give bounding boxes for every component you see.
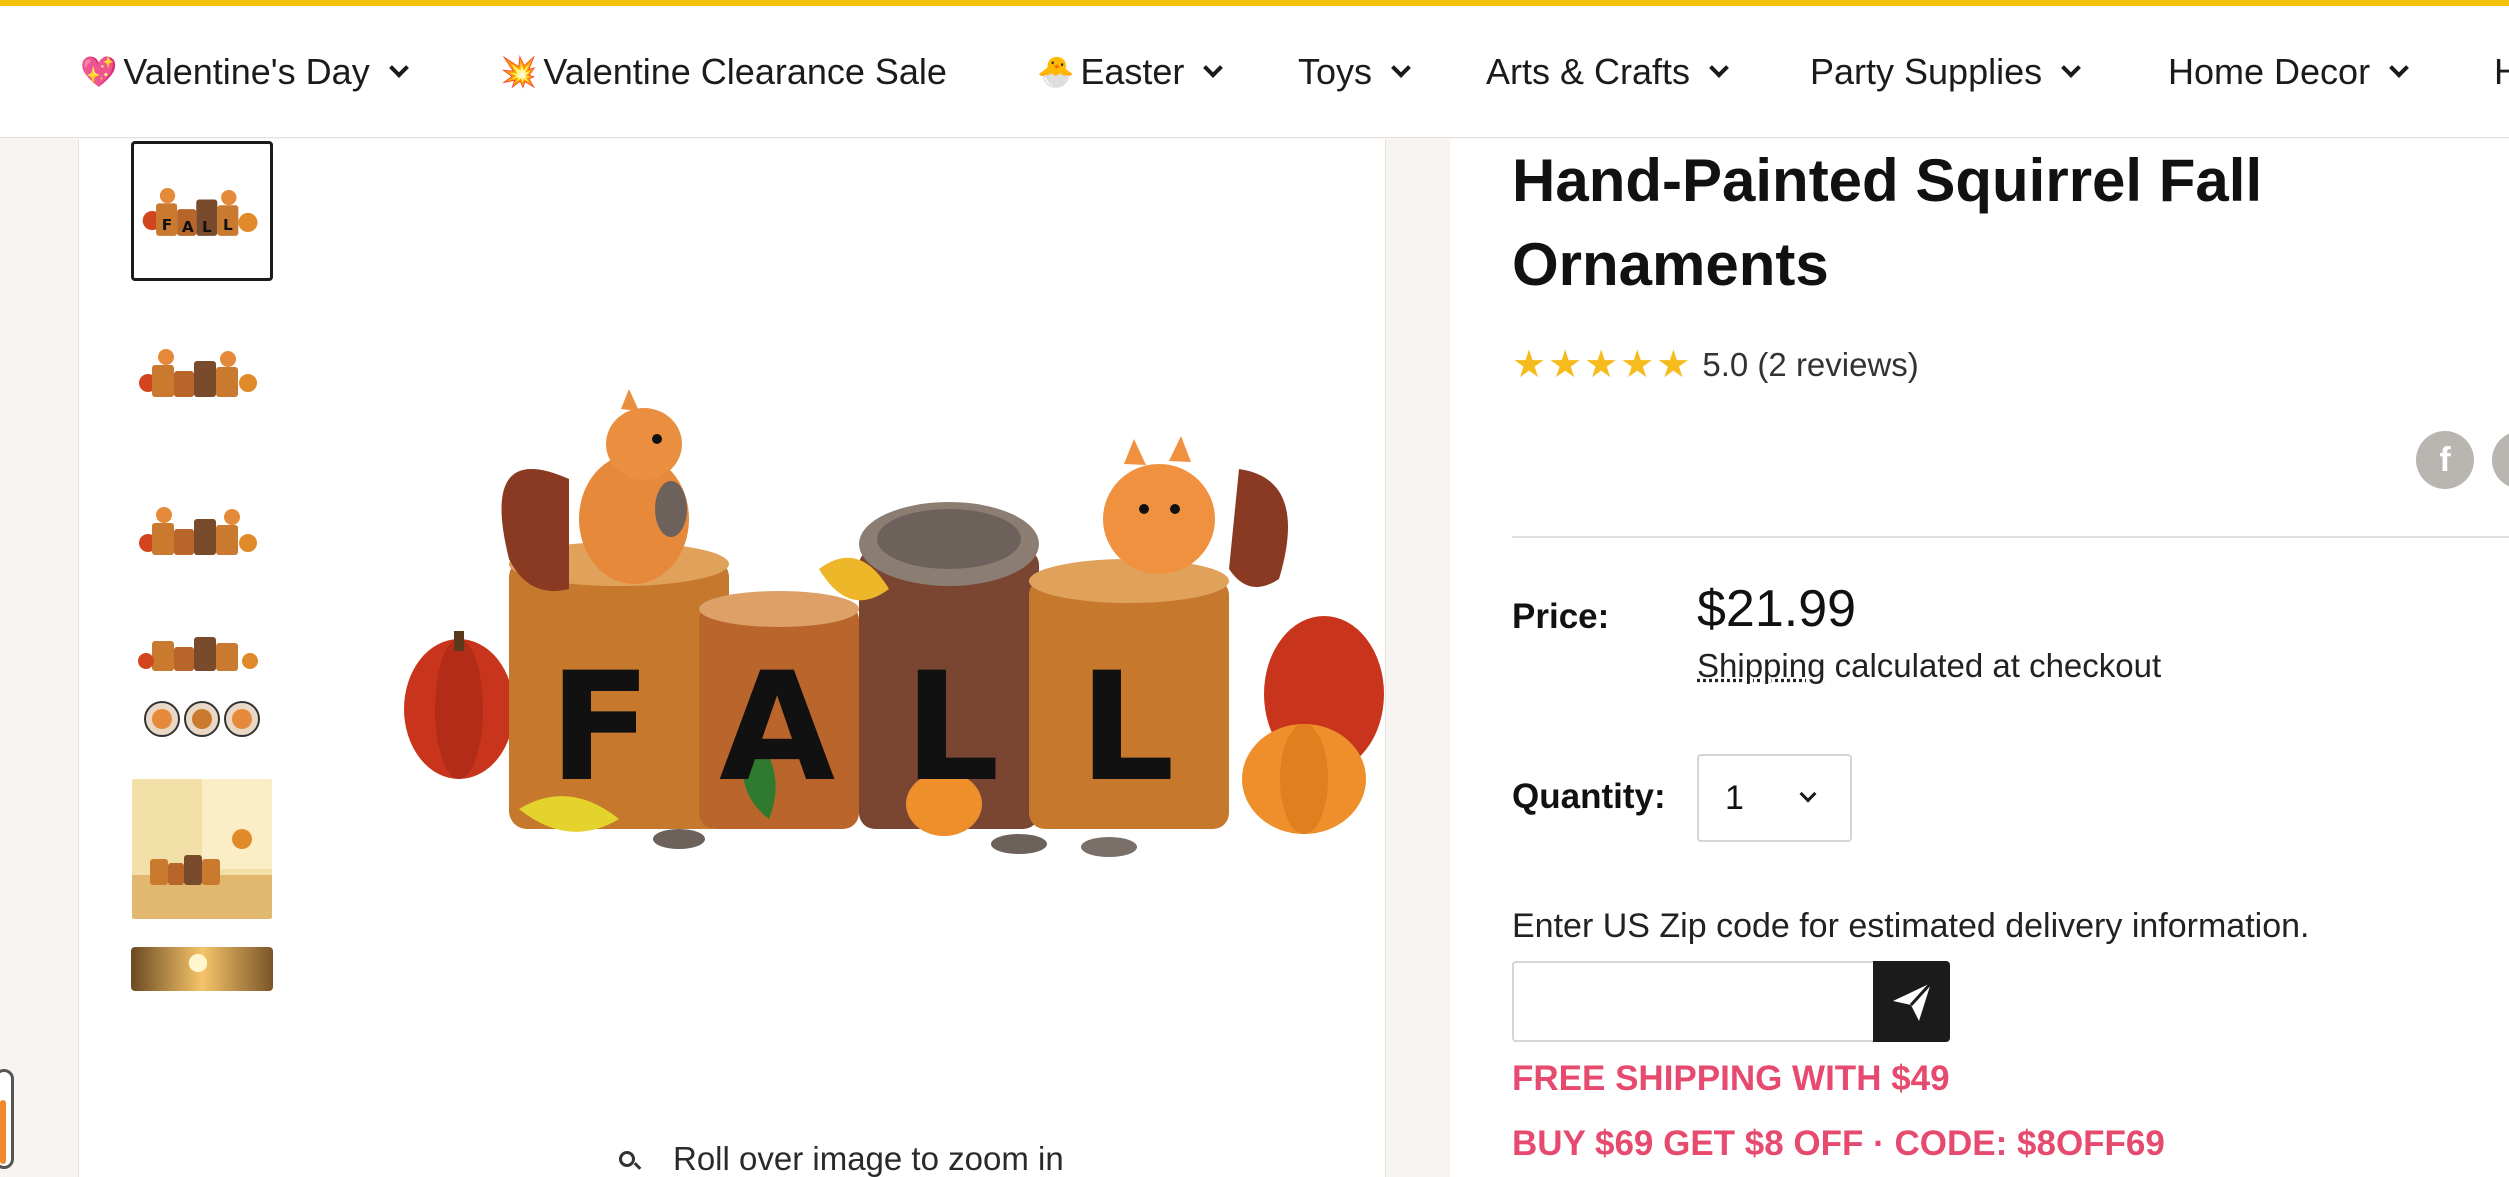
product-title: Hand-Painted Squirrel Fall Ornaments — [1512, 139, 2412, 307]
svg-text:L: L — [1079, 641, 1175, 815]
magnifier-icon — [619, 1151, 635, 1167]
nav-item-toys[interactable]: Toys — [1298, 6, 1408, 138]
quantity-select[interactable]: 1 — [1697, 754, 1852, 842]
thumbnail-5[interactable] — [131, 779, 273, 919]
nav-item-valentines-day[interactable]: 💖 Valentine's Day — [80, 6, 406, 138]
main-product-image[interactable]: F A L L — [399, 369, 1399, 889]
svg-text:F: F — [549, 641, 651, 815]
product-thumbnail-image — [131, 459, 273, 599]
nav-item-party-supplies[interactable]: Party Supplies — [1810, 6, 2078, 138]
star-icon: ★ — [1620, 346, 1654, 384]
scroll-indicator[interactable] — [0, 1069, 14, 1169]
product-rating[interactable]: ★ ★ ★ ★ ★ 5.0 (2 reviews) — [1512, 345, 1919, 385]
zip-label: Enter US Zip code for estimated delivery… — [1512, 907, 2309, 946]
svg-text:F: F — [162, 216, 172, 234]
zip-code-input[interactable] — [1512, 961, 1875, 1042]
shipping-link[interactable]: Shipping — [1697, 647, 1825, 684]
product-thumbnail-image — [131, 619, 273, 759]
svg-text:L: L — [223, 216, 233, 234]
heart-icon: 💖 — [80, 55, 117, 90]
nav-item-home-decor[interactable]: Home Decor — [2168, 6, 2406, 138]
nav-item-easter[interactable]: 🐣 Easter — [1037, 6, 1220, 138]
category-nav: 💖 Valentine's Day 💥 Valentine Clearance … — [0, 6, 2509, 138]
chevron-down-icon — [2061, 58, 2081, 78]
star-icon: ★ — [1512, 346, 1546, 384]
star-icon: ★ — [1656, 346, 1690, 384]
shipping-note: Shipping calculated at checkout — [1697, 647, 2161, 685]
rating-stars: ★ ★ ★ ★ ★ — [1512, 346, 1692, 384]
chevron-down-icon — [389, 58, 409, 78]
chick-icon: 🐣 — [1037, 55, 1074, 90]
svg-text:A: A — [719, 641, 835, 815]
nav-item-label: Party Supplies — [1810, 51, 2042, 93]
nav-item-label: Arts & Crafts — [1486, 51, 1690, 93]
product-thumbnail-image — [131, 299, 273, 439]
chevron-down-icon — [2389, 58, 2409, 78]
burst-icon: 💥 — [500, 55, 537, 90]
promo-discount-code: BUY $69 GET $8 OFF · CODE: $8OFF69 — [1512, 1124, 2165, 1164]
zoom-hint: Roll over image to zoom in — [619, 1139, 1064, 1177]
product-gallery: F A L L F A L L Roll over image to zoom … — [78, 139, 1386, 1177]
price-label: Price: — [1512, 597, 1609, 637]
star-icon: ★ — [1548, 346, 1582, 384]
nav-item-label: Home Decor — [2168, 51, 2370, 93]
svg-text:L: L — [904, 641, 1000, 815]
chevron-down-icon — [1709, 58, 1729, 78]
rating-text: 5.0 (2 reviews) — [1702, 346, 1918, 384]
nav-item-label: Easter — [1080, 51, 1184, 93]
product-price: $21.99 — [1697, 579, 1856, 639]
product-thumbnail-image — [131, 779, 273, 919]
product-thumbnail-image — [131, 947, 273, 991]
chevron-down-icon — [1391, 58, 1411, 78]
nav-item-label: Valentine's Day — [123, 51, 369, 93]
facebook-share-icon[interactable]: f — [2416, 431, 2474, 489]
product-thumbnail-image: F A L L — [134, 144, 270, 278]
product-info: Hand-Painted Squirrel Fall Ornaments ★ ★… — [1450, 139, 2509, 1177]
paper-plane-icon — [1889, 979, 1935, 1025]
promo-free-shipping: FREE SHIPPING WITH $49 — [1512, 1059, 1950, 1099]
quantity-value: 1 — [1725, 779, 1744, 818]
nav-item-overflow[interactable]: H — [2494, 6, 2509, 138]
zip-submit-button[interactable] — [1873, 961, 1950, 1042]
divider — [1512, 536, 2509, 538]
svg-text:L: L — [202, 218, 212, 236]
quantity-label: Quantity: — [1512, 777, 1666, 817]
thumbnail-1[interactable]: F A L L — [131, 141, 273, 281]
thumbnail-4[interactable] — [131, 619, 273, 759]
nav-item-label: Toys — [1298, 51, 1372, 93]
thumbnail-3[interactable] — [131, 459, 273, 599]
chevron-down-icon — [1204, 58, 1224, 78]
page-left-gutter — [0, 139, 78, 1177]
thumbnail-6[interactable] — [131, 947, 273, 991]
star-icon: ★ — [1584, 346, 1618, 384]
nav-item-label: Valentine Clearance Sale — [543, 51, 947, 93]
nav-item-arts-crafts[interactable]: Arts & Crafts — [1486, 6, 1726, 138]
svg-text:A: A — [182, 218, 194, 236]
share-icon[interactable] — [2492, 431, 2509, 489]
chevron-down-icon — [1800, 786, 1817, 803]
nav-item-valentine-clearance-sale[interactable]: 💥 Valentine Clearance Sale — [500, 6, 947, 138]
thumbnail-2[interactable] — [131, 299, 273, 439]
